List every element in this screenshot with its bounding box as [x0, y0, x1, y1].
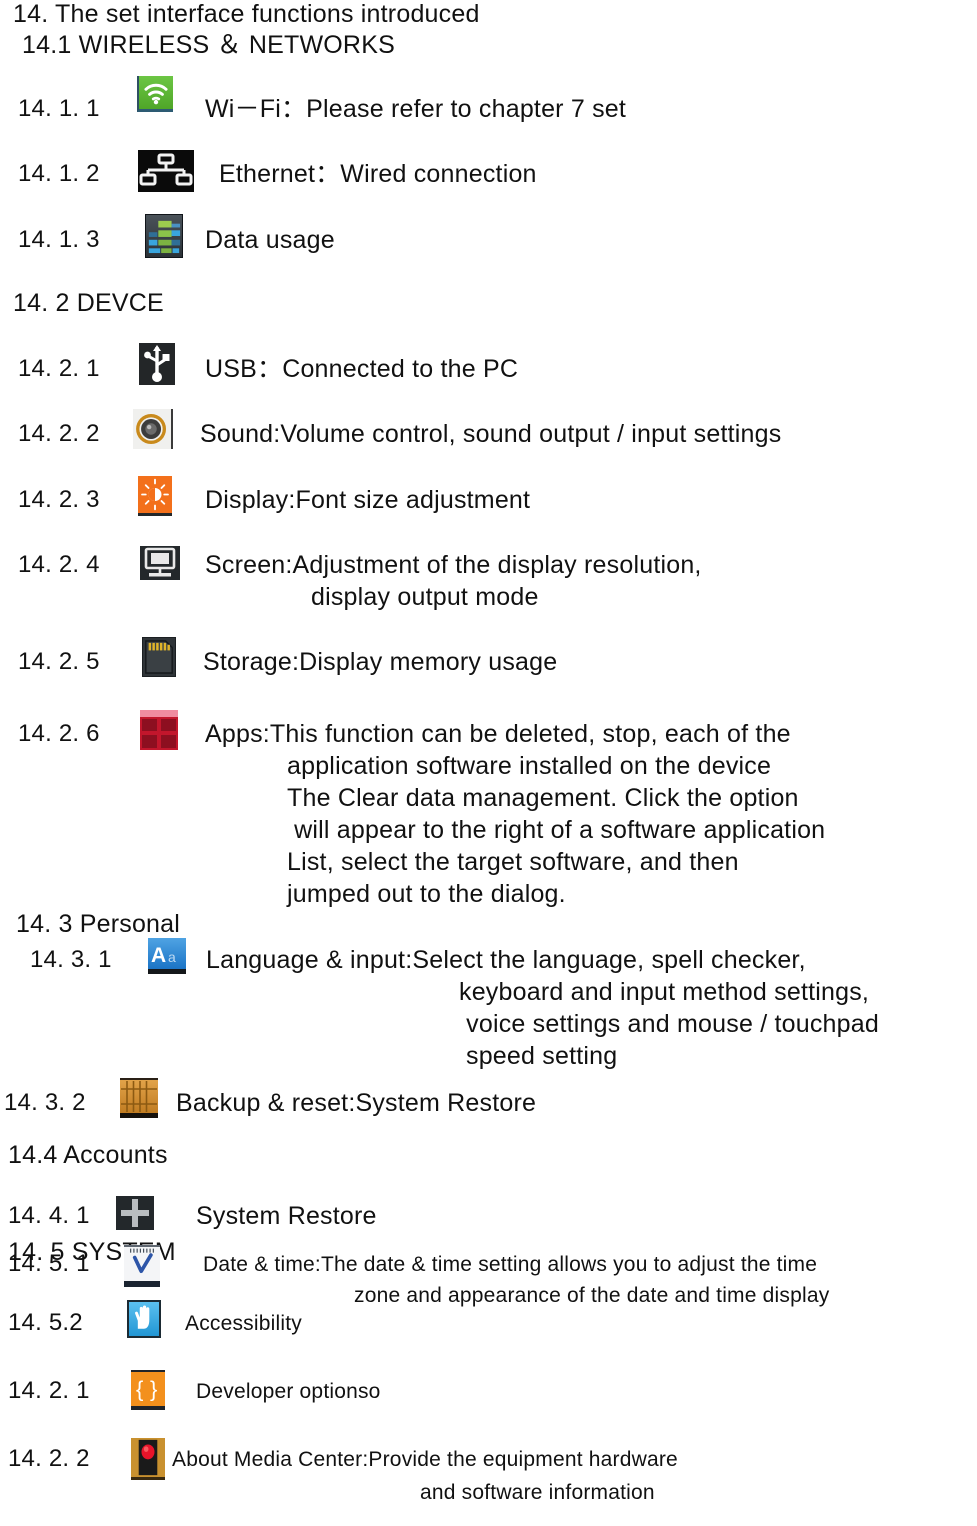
item-number-14-4-1: 14. 4. 1 — [8, 1202, 90, 1229]
item-text-14-2-6: Apps:This function can be deleted, stop,… — [205, 720, 791, 748]
apps-icon[interactable] — [140, 710, 178, 750]
ethernet-icon[interactable] — [138, 150, 194, 192]
item-number-14-1-1: 14. 1. 1 — [18, 95, 100, 122]
item-text-14-2-3: Display:Font size adjustment — [205, 486, 531, 514]
svg-text:{: { — [136, 1377, 143, 1402]
item-text-about-media-center-line-2: and software information — [420, 1481, 655, 1504]
sound-icon[interactable] — [133, 409, 173, 449]
display-icon[interactable] — [138, 476, 172, 516]
item-number-14-2-2: 14. 2. 2 — [18, 420, 100, 447]
usb-icon[interactable] — [139, 343, 175, 385]
backup-icon[interactable] — [120, 1078, 158, 1118]
section-heading-personal: 14. 3 Personal — [16, 910, 181, 938]
item-text-14-2-2: Sound:Volume control, sound output / inp… — [200, 420, 782, 448]
item-number-14-1-3: 14. 1. 3 — [18, 226, 100, 253]
plus-icon[interactable] — [116, 1196, 154, 1230]
item-text-about-media-center: About Media Center:Provide the equipment… — [172, 1448, 678, 1471]
section-heading-device: 14. 2 DEVCE — [13, 289, 164, 317]
section-heading-wireless: 14.1 WIRELESS ＆ NETWORKS — [22, 31, 395, 59]
item-number-14-5-1: 14. 5. 1 — [8, 1250, 90, 1277]
data-usage-icon[interactable] — [145, 214, 183, 258]
page-title: 14. The set interface functions introduc… — [13, 0, 480, 28]
item-text-14-1-2: Ethernet：Wired connection — [219, 160, 537, 188]
accessibility-icon[interactable] — [127, 1300, 161, 1338]
item-number-14-2-6: 14. 2. 6 — [18, 720, 100, 747]
language-icon[interactable]: A a — [148, 938, 186, 974]
about-media-center-icon[interactable] — [131, 1438, 165, 1480]
item-text-14-5-1: Date & time:The date & time setting allo… — [203, 1253, 818, 1276]
item-text-14-2-6-line-3: The Clear data management. Click the opt… — [287, 784, 799, 812]
item-number-about-media-center: 14. 2. 2 — [8, 1445, 90, 1472]
item-number-dev-options: 14. 2. 1 — [8, 1377, 90, 1404]
item-text-14-2-6-line-4: will appear to the right of a software a… — [287, 816, 826, 844]
item-text-14-2-6-line-6: jumped out to the dialog. — [287, 880, 566, 908]
section-heading-accounts: 14.4 Accounts — [8, 1141, 168, 1169]
item-number-14-2-4: 14. 2. 4 — [18, 551, 100, 578]
item-text-14-1-1: Wi－Fi：Please refer to chapter 7 set — [205, 95, 627, 123]
date-time-icon[interactable] — [124, 1245, 160, 1287]
item-text-14-3-1-line-4: speed setting — [466, 1042, 618, 1070]
item-number-14-5-2: 14. 5.2 — [8, 1309, 83, 1336]
item-text-14-2-4: Screen:Adjustment of the display resolut… — [205, 551, 702, 579]
item-text-dev-options: Developer optionso — [196, 1380, 381, 1403]
item-text-14-3-1-line-3: voice settings and mouse / touchpad — [459, 1010, 879, 1038]
item-text-14-2-6-line-5: List, select the target software, and th… — [287, 848, 739, 876]
item-number-14-2-5: 14. 2. 5 — [18, 648, 100, 675]
item-text-14-1-3: Data usage — [205, 226, 335, 254]
svg-text:}: } — [150, 1377, 157, 1402]
item-text-14-3-2: Backup & reset:System Restore — [176, 1089, 537, 1117]
screen-icon[interactable] — [140, 546, 180, 580]
item-text-14-2-1: USB：Connected to the PC — [205, 355, 519, 383]
item-text-14-3-1-line-2: keyboard and input method settings, — [459, 978, 870, 1006]
item-text-14-2-4-line-2: display output mode — [311, 583, 539, 611]
wifi-icon[interactable] — [137, 76, 173, 112]
developer-options-icon[interactable]: { } — [131, 1370, 165, 1410]
item-text-14-2-5: Storage:Display memory usage — [203, 648, 558, 676]
item-number-14-3-1: 14. 3. 1 — [30, 946, 112, 973]
item-text-14-2-6-line-2: application software installed on the de… — [287, 752, 772, 780]
item-text-14-4-1: System Restore — [196, 1202, 377, 1230]
item-number-14-2-3: 14. 2. 3 — [18, 486, 100, 513]
item-number-14-3-2: 14. 3. 2 — [4, 1089, 86, 1116]
storage-icon[interactable] — [142, 637, 176, 677]
item-text-14-3-1: Language & input:Select the language, sp… — [206, 946, 806, 974]
svg-text:a: a — [168, 949, 176, 965]
item-text-14-5-1-line-2: zone and appearance of the date and time… — [354, 1284, 830, 1307]
item-text-14-5-2: Accessibility — [185, 1312, 302, 1335]
manual-page: 14. The set interface functions introduc… — [0, 0, 977, 1526]
svg-text:A: A — [151, 944, 166, 967]
item-number-14-2-1: 14. 2. 1 — [18, 355, 100, 382]
item-number-14-1-2: 14. 1. 2 — [18, 160, 100, 187]
